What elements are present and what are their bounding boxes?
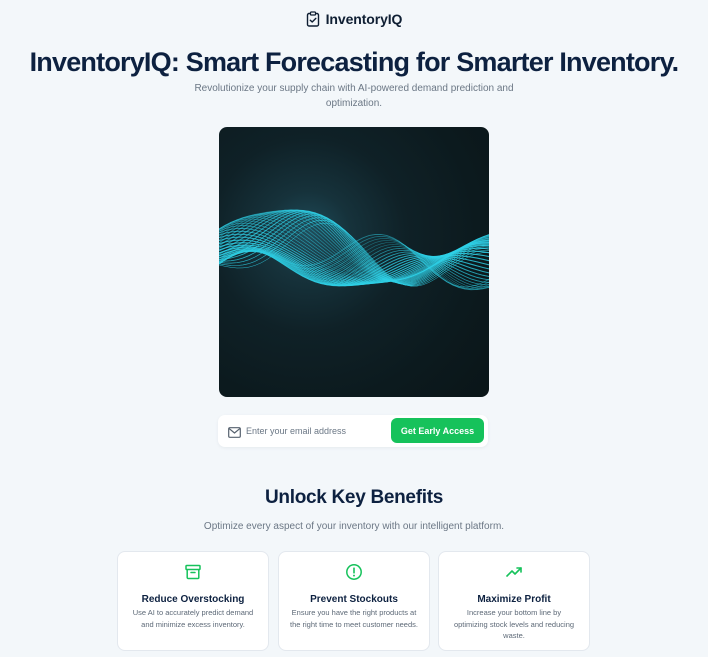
wave-line — [219, 220, 489, 287]
email-input[interactable] — [246, 421, 386, 441]
archive-box-icon — [118, 563, 268, 581]
benefit-card-maximize-profit: Maximize Profit Increase your bottom lin… — [438, 551, 590, 651]
benefit-card-title: Maximize Profit — [477, 594, 551, 605]
mail-icon — [228, 425, 241, 438]
clipboard-check-icon — [306, 11, 320, 27]
hero-title: InventoryIQ: Smart Forecasting for Smart… — [29, 47, 680, 77]
data-wave-visual — [219, 209, 489, 291]
hero-subtitle: Revolutionize your supply chain with AI-… — [194, 83, 514, 109]
signup-form: Get Early Access — [218, 415, 488, 447]
benefit-card-description: Increase your bottom line by optimizing … — [453, 608, 575, 640]
get-early-access-button[interactable]: Get Early Access — [391, 418, 484, 443]
site-header: InventoryIQ — [0, 11, 708, 27]
alert-circle-icon — [279, 563, 429, 581]
trending-up-icon — [439, 563, 589, 581]
benefit-card-title: Reduce Overstocking — [141, 594, 245, 605]
brand-name[interactable]: InventoryIQ — [326, 11, 403, 27]
benefits-subtitle: Optimize every aspect of your inventory … — [203, 521, 505, 532]
benefit-card-reduce-overstocking: Reduce Overstocking Use AI to accurately… — [117, 551, 269, 651]
benefit-card-description: Use AI to accurately predict demand and … — [132, 608, 254, 629]
benefit-card-title: Prevent Stockouts — [310, 594, 398, 605]
landing-page: InventoryIQ InventoryIQ: Smart Forecasti… — [0, 0, 708, 657]
benefits-title: Unlock Key Benefits — [264, 487, 444, 508]
benefit-card-prevent-stockouts: Prevent Stockouts Ensure you have the ri… — [278, 551, 430, 651]
benefit-card-description: Ensure you have the right products at th… — [290, 608, 418, 629]
hero-image — [219, 127, 489, 397]
